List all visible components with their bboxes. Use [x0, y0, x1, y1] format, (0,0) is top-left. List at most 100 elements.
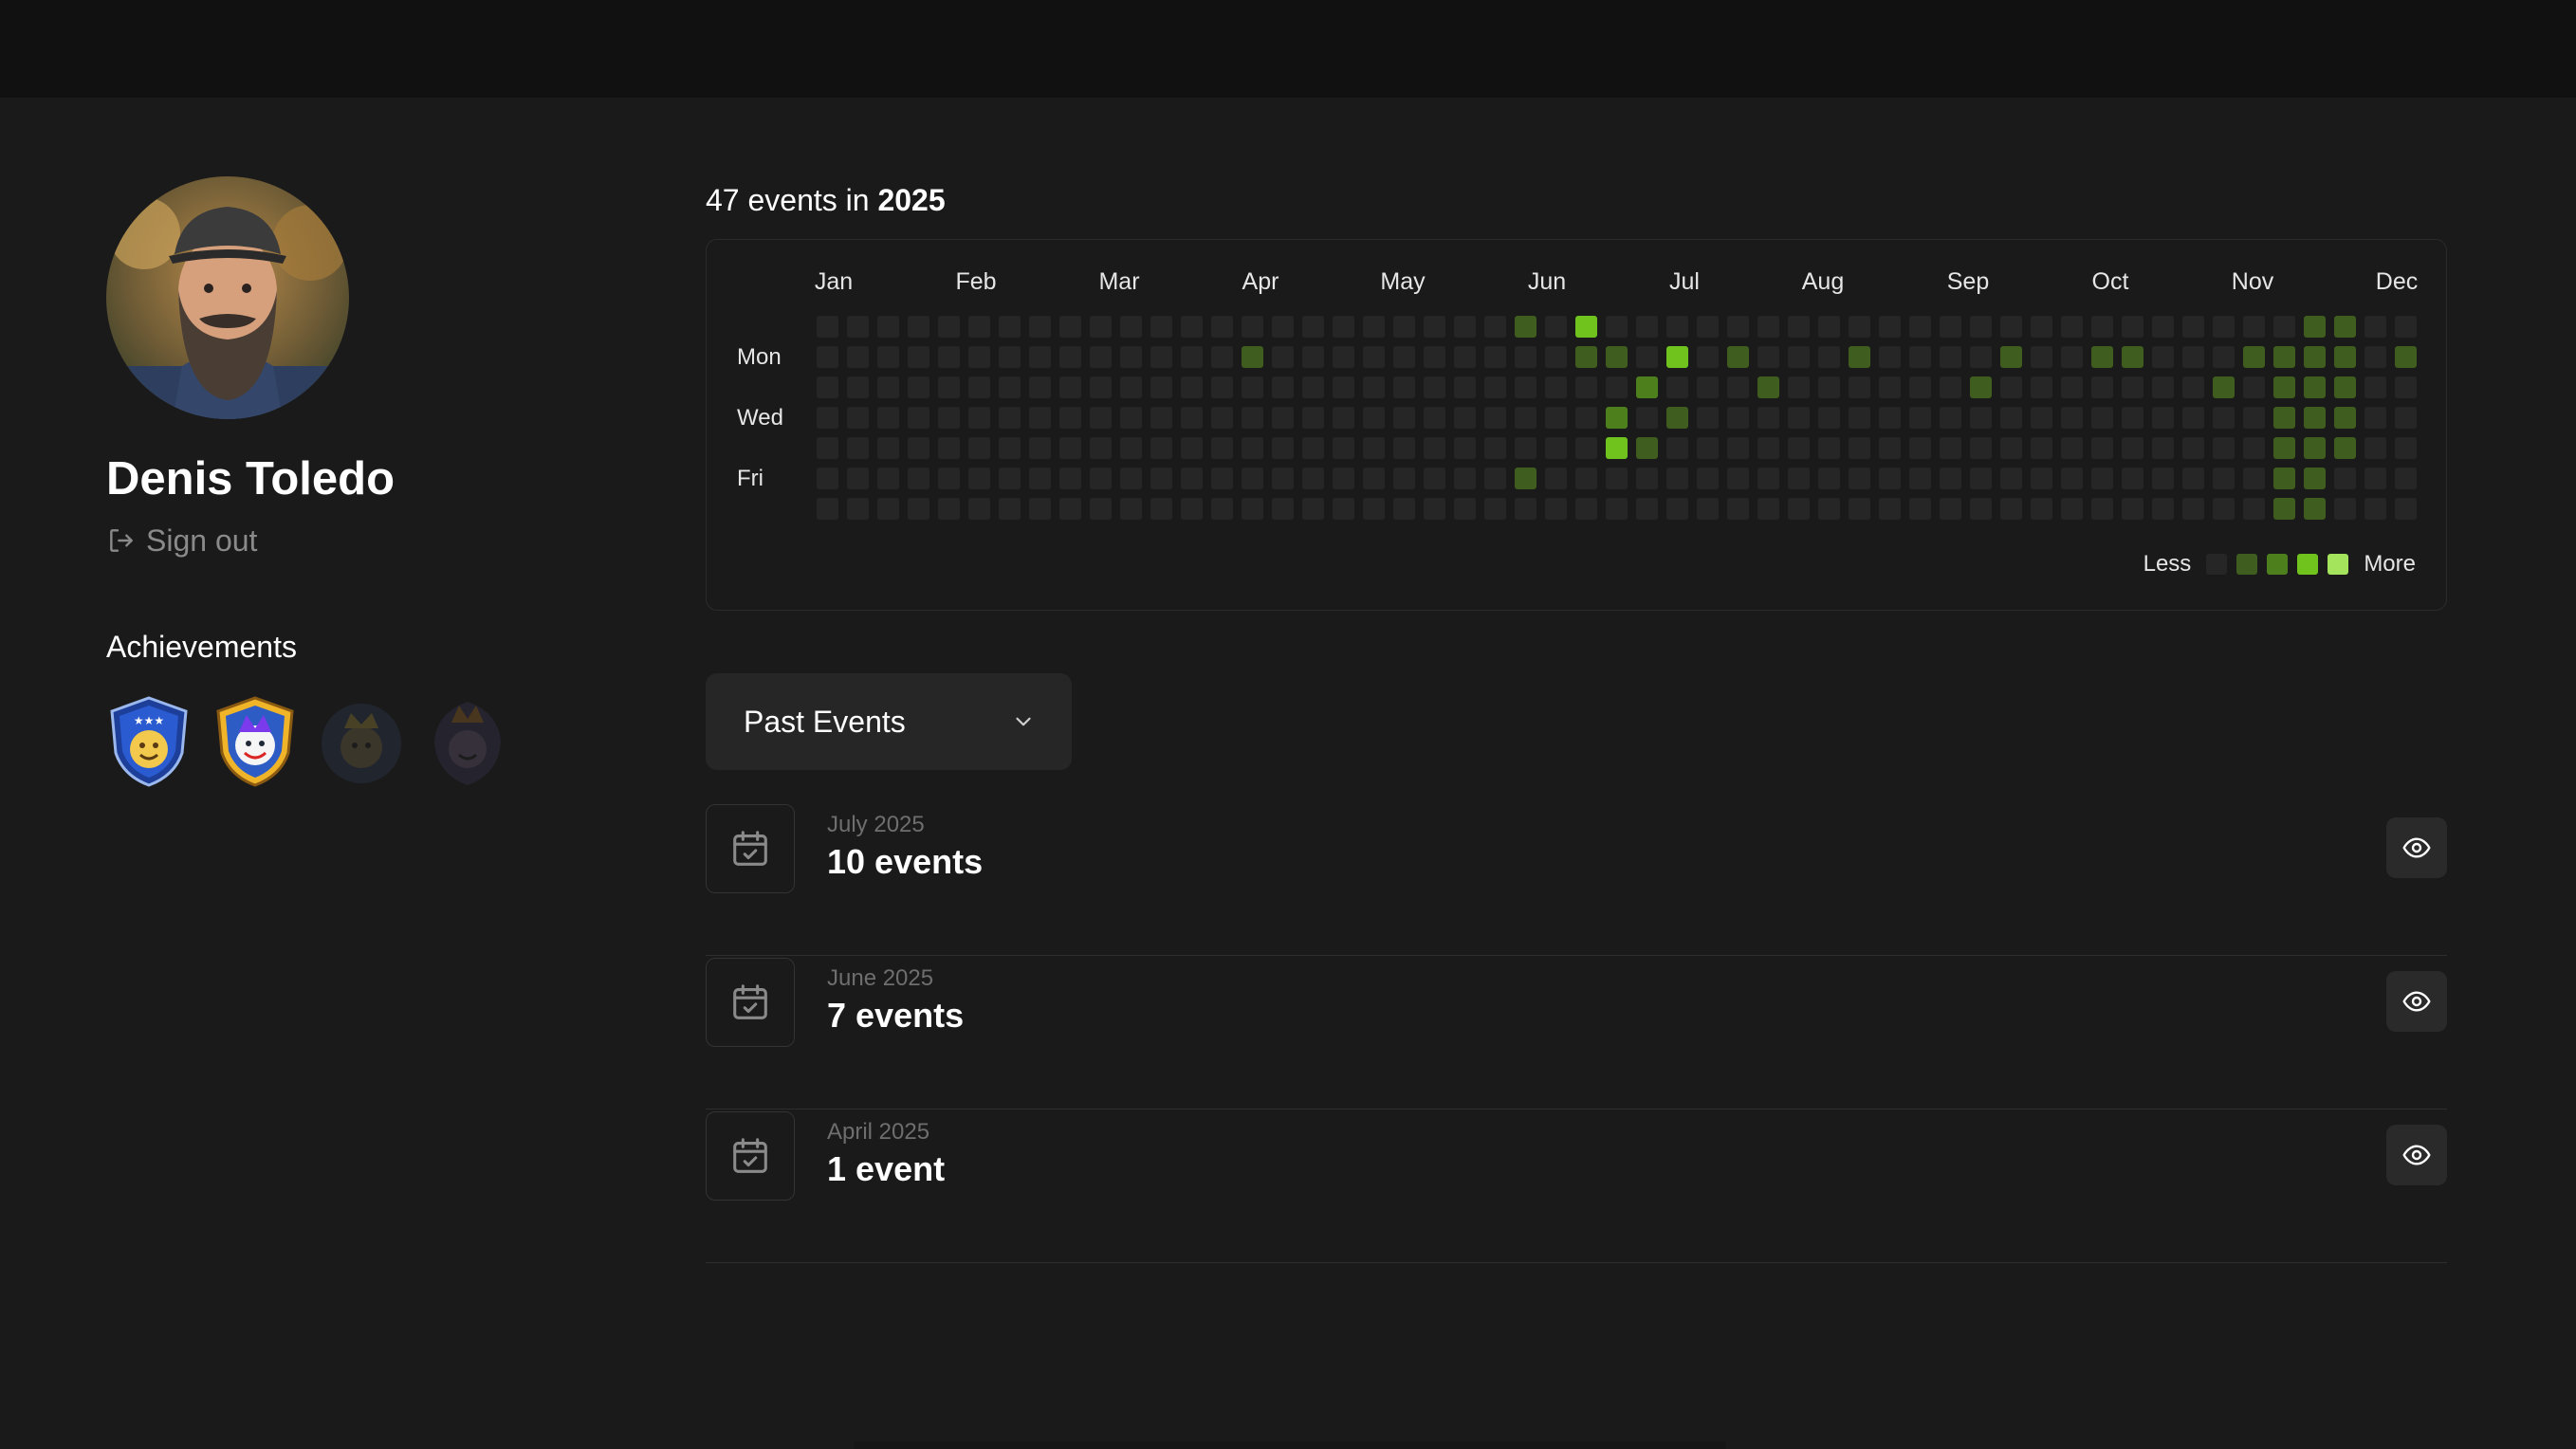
- heatmap-cell: [1393, 376, 1415, 398]
- heatmap-cell: [1272, 498, 1294, 520]
- heatmap-cell: [2061, 346, 2083, 368]
- heatmap-cell: [1272, 468, 1294, 489]
- heatmap-cell: [1150, 376, 1172, 398]
- event-group-row[interactable]: July 2025 10 events: [706, 802, 2447, 956]
- heatmap-cell: [1849, 498, 1870, 520]
- heatmap-cell: [2304, 437, 2326, 459]
- month-label: Nov: [2231, 268, 2274, 295]
- heatmap-cell: [968, 407, 990, 429]
- heatmap-cell: [1545, 346, 1567, 368]
- heatmap-cell: [2122, 498, 2144, 520]
- heatmap-cell: [2000, 346, 2022, 368]
- heatmap-cell: [1242, 376, 1263, 398]
- heatmap-cell: [1788, 468, 1810, 489]
- heatmap-cell: [2273, 316, 2295, 338]
- heatmap-cell: [817, 498, 838, 520]
- heatmap-cell: [968, 437, 990, 459]
- heatmap-cell: [2152, 346, 2174, 368]
- heatmap-cell: [2000, 376, 2022, 398]
- heatmap-cell: [2182, 498, 2204, 520]
- event-group-row[interactable]: June 2025 7 events: [706, 956, 2447, 1110]
- heatmap-cell: [968, 376, 990, 398]
- heatmap-cell: [1029, 468, 1051, 489]
- top-bar: [0, 0, 2576, 98]
- legend-swatch: [2267, 554, 2289, 575]
- heatmap-cell: [1484, 407, 1506, 429]
- heatmap-cell: [908, 407, 929, 429]
- heatmap-cell: [2395, 437, 2417, 459]
- view-button[interactable]: [2386, 971, 2447, 1032]
- chevron-down-icon: [1016, 717, 1031, 726]
- heatmap-cell: [1150, 407, 1172, 429]
- heatmap-cell: [1788, 376, 1810, 398]
- heatmap-cell: [1211, 376, 1233, 398]
- heatmap-cell: [2213, 316, 2235, 338]
- heatmap-cell: [2000, 316, 2022, 338]
- heatmap-cell: [2364, 376, 2386, 398]
- heatmap-cell: [2152, 407, 2174, 429]
- crown-badge-icon[interactable]: [425, 694, 510, 789]
- heatmap-cell: [999, 376, 1021, 398]
- heatmap-cell: [1757, 498, 1779, 520]
- month-label: Jan: [814, 268, 854, 295]
- eye-icon: [2402, 1145, 2431, 1165]
- heatmap-cell: [908, 437, 929, 459]
- champion-badge-icon[interactable]: ★★★: [106, 694, 192, 789]
- heatmap-cell: [847, 498, 869, 520]
- heatmap-cell: [847, 376, 869, 398]
- heatmap-cell: [1090, 437, 1112, 459]
- heatmap-cell: [1606, 407, 1628, 429]
- heatmap-cell: [1515, 346, 1536, 368]
- heatmap-cell: [2061, 316, 2083, 338]
- sign-out-button[interactable]: Sign out: [106, 520, 257, 561]
- heatmap-cell: [1697, 316, 1719, 338]
- heatmap-cell: [1879, 376, 1901, 398]
- event-group-row[interactable]: April 2025 1 event: [706, 1110, 2447, 1263]
- heatmap-cell: [2273, 346, 2295, 368]
- heatmap-cell: [1636, 407, 1658, 429]
- heatmap-cell: [1970, 346, 1992, 368]
- view-button[interactable]: [2386, 1125, 2447, 1185]
- heatmap-cell: [999, 346, 1021, 368]
- calendar-icon: [706, 804, 795, 893]
- event-filter-dropdown[interactable]: Past Events: [706, 673, 1072, 770]
- achievements-list: ★★★: [106, 694, 510, 789]
- view-button[interactable]: [2386, 817, 2447, 878]
- legend-swatch: [2328, 554, 2349, 575]
- achievements-title: Achievements: [106, 630, 297, 664]
- heatmap-cell: [1181, 316, 1203, 338]
- heatmap-cell: [2031, 376, 2052, 398]
- heatmap-cell: [2273, 498, 2295, 520]
- jester-badge-icon[interactable]: [212, 694, 298, 789]
- heatmap-cell: [2031, 407, 2052, 429]
- heatmap-cell: [2395, 498, 2417, 520]
- heatmap-cell: [1242, 407, 1263, 429]
- heatmap-cell: [1940, 346, 1961, 368]
- heatmap-cell: [2395, 316, 2417, 338]
- heatmap-cell: [1818, 498, 1840, 520]
- heatmap-cell: [1454, 407, 1476, 429]
- heatmap-cell: [1150, 468, 1172, 489]
- heatmap-cell: [1211, 468, 1233, 489]
- heatmap-cell: [1666, 316, 1688, 338]
- heatmap-cell: [847, 468, 869, 489]
- heatmap-cell: [1120, 316, 1142, 338]
- heatmap-cell: [2243, 498, 2265, 520]
- heatmap-cell: [1484, 376, 1506, 398]
- month-label: Feb: [955, 268, 997, 295]
- heatmap-cell: [968, 316, 990, 338]
- heatmap-cell: [2000, 468, 2022, 489]
- heatmap-cell: [2061, 468, 2083, 489]
- activity-heatmap: Jan Feb Mar Apr May Jun Jul Aug Sep Oct …: [706, 239, 2447, 611]
- heatmap-cell: [1272, 346, 1294, 368]
- heatmap-cell: [968, 498, 990, 520]
- heatmap-cell: [1242, 437, 1263, 459]
- heatmap-cell: [1120, 498, 1142, 520]
- heatmap-cell: [2304, 407, 2326, 429]
- heatmap-cell: [1879, 316, 1901, 338]
- heatmap-cell: [1727, 376, 1749, 398]
- eye-icon: [2402, 837, 2431, 858]
- king-badge-icon[interactable]: [319, 694, 404, 789]
- month-label: Mar: [1098, 268, 1140, 295]
- heatmap-cell: [1575, 407, 1597, 429]
